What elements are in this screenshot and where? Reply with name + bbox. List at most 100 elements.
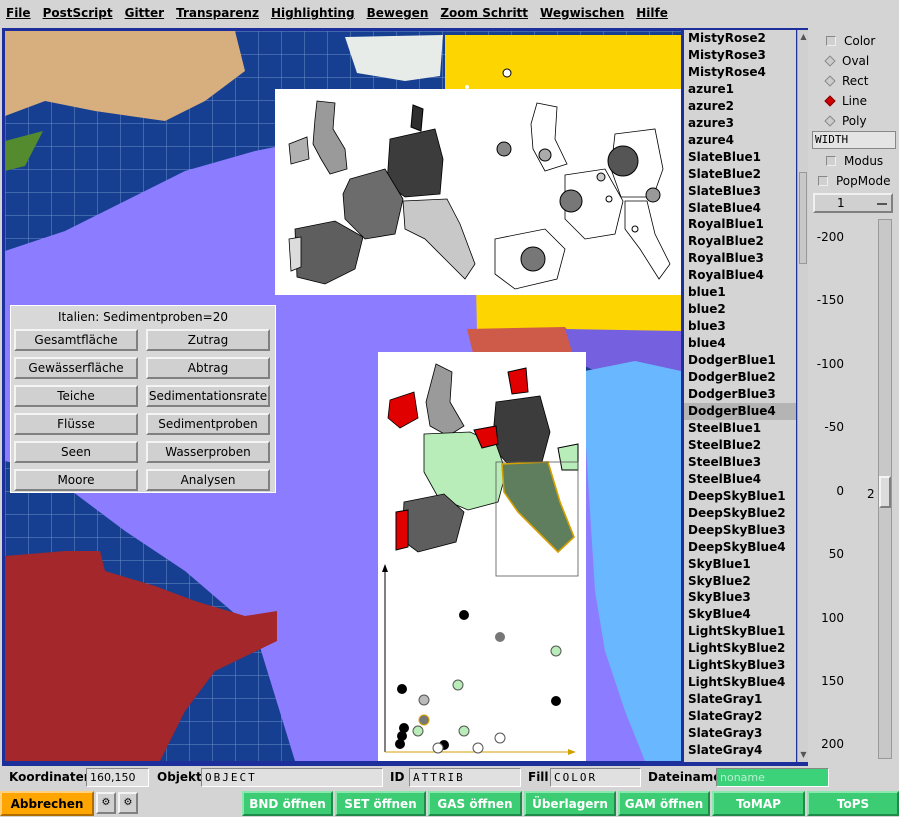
zutrag-button[interactable]: Zutrag	[146, 329, 270, 351]
color-toggle[interactable]: Color	[826, 34, 875, 48]
color-list-item[interactable]: LightSkyBlue2	[684, 640, 796, 657]
color-list-item[interactable]: azure1	[684, 81, 796, 98]
color-list-item[interactable]: SkyBlue1	[684, 556, 796, 573]
color-list-item[interactable]: SlateGray3	[684, 725, 796, 742]
seen-button[interactable]: Seen	[14, 441, 138, 463]
fluesse-button[interactable]: Flüsse	[14, 413, 138, 435]
color-list-item[interactable]: SkyBlue3	[684, 589, 796, 606]
color-list-item[interactable]: azure4	[684, 132, 796, 149]
color-list-item[interactable]: DeepSkyBlue2	[684, 505, 796, 522]
menu-hilfe[interactable]: Hilfe	[636, 6, 668, 20]
color-list-item[interactable]: SlateBlue1	[684, 149, 796, 166]
scale-label: 50	[828, 547, 844, 561]
color-list-scrollbar[interactable]: ▲ ▼	[797, 30, 808, 762]
scale-label: -150	[816, 293, 844, 307]
color-list-item[interactable]: MistyRose4	[684, 64, 796, 81]
scale-slider-thumb[interactable]	[879, 476, 891, 508]
fill-field[interactable]: COLOR	[550, 768, 641, 787]
wasserproben-button[interactable]: Wasserproben	[146, 441, 270, 463]
color-list-item[interactable]: DeepSkyBlue3	[684, 522, 796, 539]
tomap-button[interactable]: ToMAP	[712, 791, 805, 816]
color-list-item[interactable]: azure2	[684, 98, 796, 115]
color-list-item[interactable]: RoyalBlue3	[684, 250, 796, 267]
color-list-item[interactable]: SlateGray2	[684, 708, 796, 725]
modus-toggle[interactable]: Modus	[826, 154, 883, 168]
checkbox-icon	[826, 36, 836, 46]
menu-postscript[interactable]: PostScript	[43, 6, 113, 20]
menu-zoom-schritt[interactable]: Zoom Schritt	[440, 6, 528, 20]
width-select[interactable]: 1	[813, 193, 893, 213]
color-list-item[interactable]: MistyRose3	[684, 47, 796, 64]
shape-rect-option[interactable]: Rect	[824, 74, 868, 88]
color-list-item[interactable]: SkyBlue4	[684, 606, 796, 623]
shape-oval-option[interactable]: Oval	[824, 54, 869, 68]
object-field[interactable]: OBJECT	[201, 768, 383, 787]
color-list-item[interactable]: RoyalBlue2	[684, 233, 796, 250]
color-list-item[interactable]: DeepSkyBlue4	[684, 539, 796, 556]
color-list-item[interactable]: SteelBlue4	[684, 471, 796, 488]
filename-field[interactable]: noname	[716, 768, 829, 787]
analysen-button[interactable]: Analysen	[146, 469, 270, 491]
color-list-item[interactable]: LightSkyBlue1	[684, 623, 796, 640]
map-canvas[interactable]: Italien: Sedimentproben=20 Gesamtfläche …	[5, 31, 681, 761]
menu-gitter[interactable]: Gitter	[125, 6, 165, 20]
gewaesserflaeche-button[interactable]: Gewässerfläche	[14, 357, 138, 379]
id-field[interactable]: ATTRIB	[409, 768, 521, 787]
color-list-item[interactable]: SkyBlue2	[684, 573, 796, 590]
color-list-item[interactable]: blue4	[684, 335, 796, 352]
shape-line-option[interactable]: Line	[824, 94, 867, 108]
menu-file[interactable]: File	[6, 6, 31, 20]
gam-open-button[interactable]: GAM öffnen	[618, 791, 710, 816]
overlay-button[interactable]: Überlagern	[524, 791, 616, 816]
color-list-item[interactable]: SlateGray1	[684, 691, 796, 708]
menu-bewegen[interactable]: Bewegen	[367, 6, 429, 20]
color-list-item[interactable]: RoyalBlue4	[684, 267, 796, 284]
color-list-item[interactable]: DodgerBlue3	[684, 386, 796, 403]
cancel-button[interactable]: Abbrechen	[0, 791, 94, 816]
sedimentationsrate-button[interactable]: Sedimentationsrate	[146, 385, 270, 407]
bnd-open-button[interactable]: BND öffnen	[242, 791, 333, 816]
color-list[interactable]: MistyRose2 MistyRose3 MistyRose4 azure1 azur…	[684, 30, 796, 762]
color-list-item[interactable]: LightSkyBlue4	[684, 674, 796, 691]
color-list-item[interactable]: SlateBlue2	[684, 166, 796, 183]
tool-button-2[interactable]: ⚙	[118, 792, 138, 814]
menu-transparenz[interactable]: Transparenz	[176, 6, 259, 20]
color-list-item[interactable]: azure3	[684, 115, 796, 132]
set-open-button[interactable]: SET öffnen	[335, 791, 426, 816]
color-list-item[interactable]: SteelBlue1	[684, 420, 796, 437]
coords-field[interactable]: 160,150	[86, 768, 149, 787]
sedimentproben-button[interactable]: Sedimentproben	[146, 413, 270, 435]
color-list-item[interactable]: blue1	[684, 284, 796, 301]
width-field[interactable]: WIDTH	[812, 131, 896, 149]
color-list-item[interactable]: SlateBlue4	[684, 200, 796, 217]
color-list-item[interactable]: DeepSkyBlue1	[684, 488, 796, 505]
color-list-item[interactable]: MistyRose2	[684, 30, 796, 47]
menu-wegwischen[interactable]: Wegwischen	[540, 6, 624, 20]
gesamtflaeche-button[interactable]: Gesamtfläche	[14, 329, 138, 351]
color-list-item[interactable]: blue2	[684, 301, 796, 318]
color-list-item[interactable]: SteelBlue3	[684, 454, 796, 471]
menu-highlighting[interactable]: Highlighting	[271, 6, 355, 20]
color-list-item[interactable]: SlateGray4	[684, 742, 796, 759]
abtrag-button[interactable]: Abtrag	[146, 357, 270, 379]
color-list-item[interactable]: RoyalBlue1	[684, 216, 796, 233]
scale-label: -50	[824, 420, 844, 434]
europe-overlay	[275, 89, 681, 295]
shape-poly-option[interactable]: Poly	[824, 114, 867, 128]
gas-open-button[interactable]: GAS öffnen	[428, 791, 522, 816]
color-list-item[interactable]: SlateBlue3	[684, 183, 796, 200]
scroll-thumb[interactable]	[799, 172, 807, 264]
popmode-toggle[interactable]: PopMode	[818, 174, 890, 188]
color-list-item[interactable]: blue3	[684, 318, 796, 335]
scroll-down-icon[interactable]: ▼	[799, 750, 808, 760]
color-list-item[interactable]: DodgerBlue4	[684, 402, 796, 420]
moore-button[interactable]: Moore	[14, 469, 138, 491]
tops-button[interactable]: ToPS	[807, 791, 899, 816]
teiche-button[interactable]: Teiche	[14, 385, 138, 407]
color-list-item[interactable]: LightSkyBlue3	[684, 657, 796, 674]
tool-button-1[interactable]: ⚙	[96, 792, 116, 814]
color-list-item[interactable]: DodgerBlue2	[684, 369, 796, 386]
color-list-item[interactable]: DodgerBlue1	[684, 352, 796, 369]
color-list-item[interactable]: SteelBlue2	[684, 437, 796, 454]
scroll-up-icon[interactable]: ▲	[799, 32, 808, 42]
